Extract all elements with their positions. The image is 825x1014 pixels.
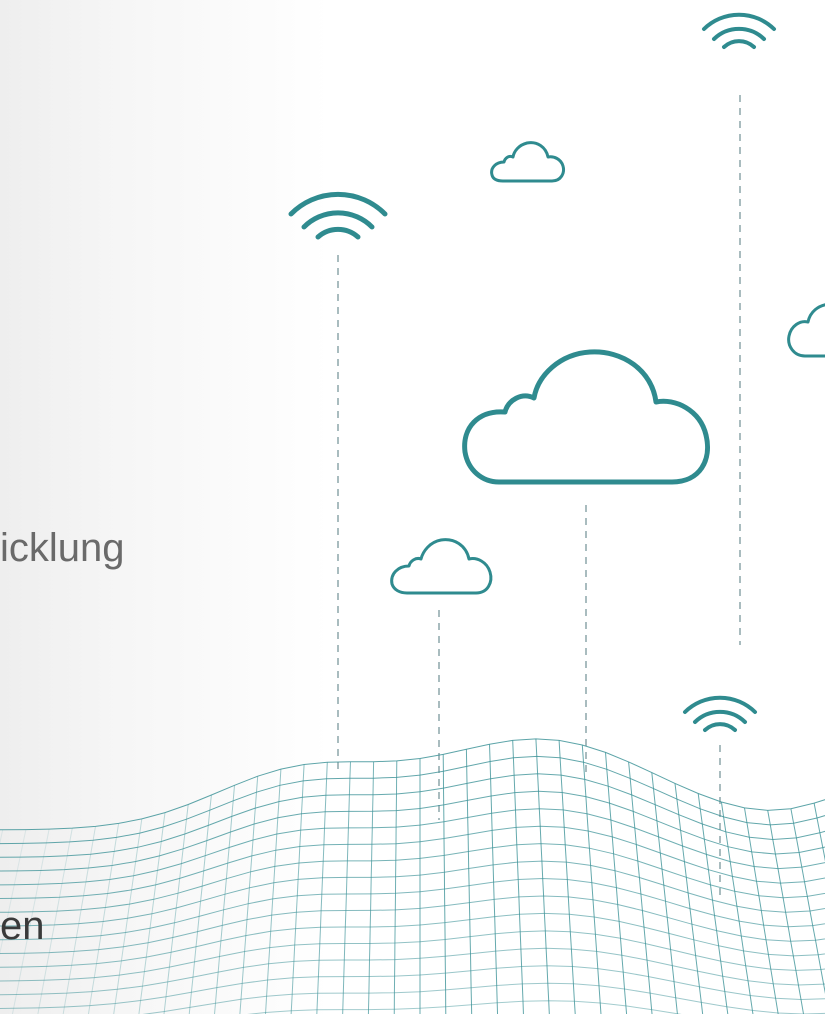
connector-lines xyxy=(337,95,741,900)
network-cloud-illustration xyxy=(0,12,825,1014)
mesh-col-line xyxy=(290,764,305,1014)
mesh-col-line xyxy=(264,769,282,1014)
wifi-icon xyxy=(702,12,776,49)
mesh-col-line xyxy=(138,812,166,1014)
cloud-icon xyxy=(490,141,565,183)
mesh-row-line xyxy=(0,755,825,845)
mesh-col-line xyxy=(239,776,259,1014)
mesh-col-line xyxy=(628,761,653,1014)
wireframe-landscape xyxy=(0,738,825,1014)
mesh-row-line xyxy=(0,808,825,886)
mesh-row-line xyxy=(0,843,825,913)
mesh-col-line xyxy=(535,738,550,1014)
mesh-row-line xyxy=(0,825,825,899)
cloud-icon xyxy=(390,538,493,595)
wifi-icon xyxy=(683,695,757,732)
mesh-col-line xyxy=(674,783,704,1014)
mesh-col-line xyxy=(442,754,447,1014)
slide-canvas: icklung en xyxy=(0,0,825,1014)
cloud-icon xyxy=(462,349,710,485)
mesh-col-line xyxy=(581,744,602,1014)
mesh-col-line xyxy=(465,749,473,1014)
mesh-row-line xyxy=(0,947,825,996)
cloud-icon xyxy=(787,303,825,358)
mesh-col-line xyxy=(489,744,499,1014)
mesh-cols xyxy=(0,738,825,1014)
mesh-row-line xyxy=(0,912,825,968)
mesh-row-line xyxy=(0,860,825,927)
heading-fragment-1: icklung xyxy=(0,526,125,570)
mesh-col-line xyxy=(720,801,754,1014)
mesh-row-line xyxy=(0,930,825,982)
wifi-icon xyxy=(288,191,388,240)
mesh-col-line xyxy=(512,740,524,1014)
mesh-col-line xyxy=(558,740,576,1014)
mesh-rows xyxy=(0,738,825,1014)
heading-fragment-2: en xyxy=(0,904,45,948)
